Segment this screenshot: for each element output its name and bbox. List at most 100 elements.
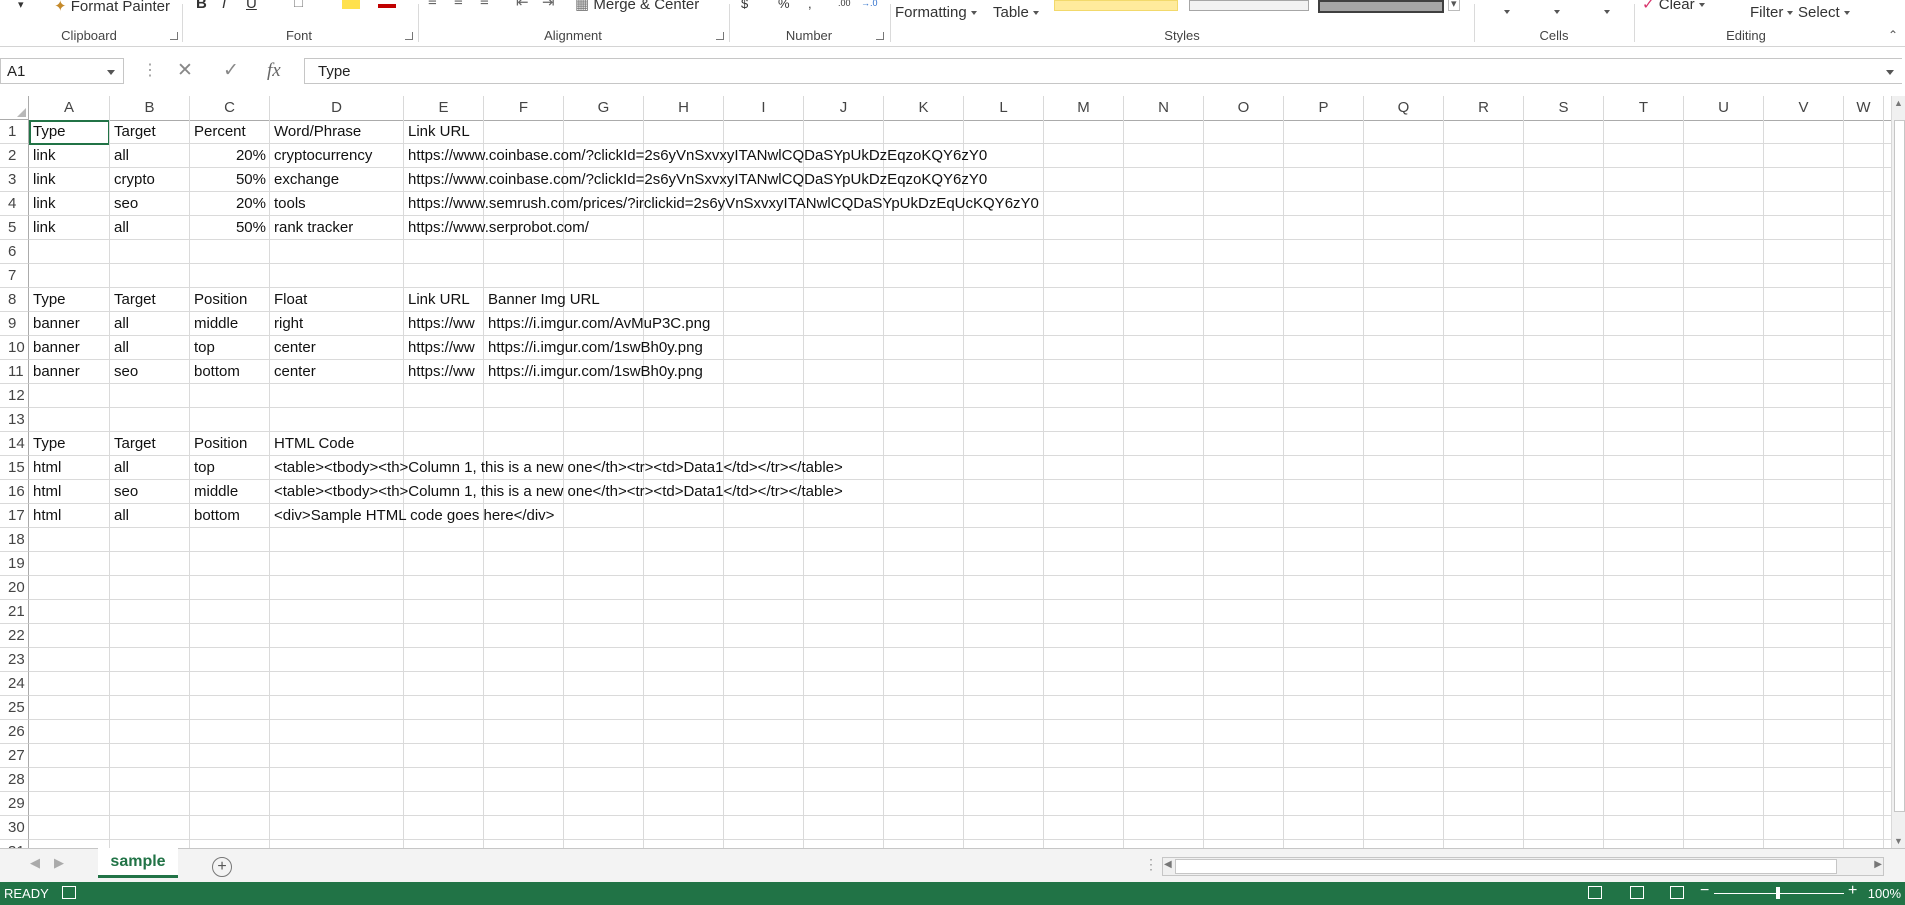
vertical-scroll-thumb[interactable] <box>1894 120 1905 812</box>
row-header-25[interactable]: 25 <box>0 696 29 720</box>
cell-style-neutral[interactable] <box>1054 0 1178 11</box>
column-header-k[interactable]: K <box>884 96 964 120</box>
cell-e10[interactable]: https://ww <box>404 336 484 360</box>
scroll-right-icon[interactable]: ▶ <box>1874 859 1882 870</box>
row-header-6[interactable]: 6 <box>0 240 29 264</box>
column-header-h[interactable]: H <box>644 96 724 120</box>
fill-color-icon[interactable] <box>342 0 360 9</box>
cell-a17[interactable]: html <box>29 504 110 528</box>
normal-view-icon[interactable] <box>1588 886 1602 899</box>
row-header-12[interactable]: 12 <box>0 384 29 408</box>
column-header-o[interactable]: O <box>1204 96 1284 120</box>
cell-a5[interactable]: link <box>29 216 110 240</box>
format-painter-button[interactable]: ✦ Format Painter <box>54 0 170 15</box>
comma-button[interactable]: , <box>808 0 812 11</box>
format-as-table-button[interactable]: Table <box>993 4 1039 21</box>
cell-f8[interactable]: Banner Img URL <box>484 288 604 312</box>
cell-a11[interactable]: banner <box>29 360 110 384</box>
cell-c1[interactable]: Percent <box>190 120 270 144</box>
column-header-r[interactable]: R <box>1444 96 1524 120</box>
cell-c9[interactable]: middle <box>190 312 270 336</box>
horizontal-scrollbar[interactable]: ◀ ▶ <box>1162 857 1884 876</box>
cell-f9[interactable]: https://i.imgur.com/AvMuP3C.png <box>484 312 714 336</box>
format-dropdown[interactable] <box>1600 3 1610 20</box>
collapse-ribbon-icon[interactable]: ⌃ <box>1888 28 1898 42</box>
cell-c17[interactable]: bottom <box>190 504 270 528</box>
column-header-d[interactable]: D <box>270 96 404 120</box>
column-header-j[interactable]: J <box>804 96 884 120</box>
zoom-level[interactable]: 100% <box>1868 886 1901 901</box>
cell-b1[interactable]: Target <box>110 120 190 144</box>
row-header-17[interactable]: 17 <box>0 504 29 528</box>
cell-b15[interactable]: all <box>110 456 190 480</box>
chevron-down-icon[interactable] <box>107 70 115 75</box>
zoom-out-icon[interactable]: − <box>1700 882 1709 900</box>
select-all-button[interactable] <box>0 96 29 120</box>
cell-a14[interactable]: Type <box>29 432 110 456</box>
scroll-down-icon[interactable]: ▼ <box>1894 836 1903 846</box>
row-header-14[interactable]: 14 <box>0 432 29 456</box>
cell-d16[interactable]: <table><tbody><th>Column 1, this is a ne… <box>270 480 847 504</box>
cell-f11[interactable]: https://i.imgur.com/1swBh0y.png <box>484 360 707 384</box>
cell-a2[interactable]: link <box>29 144 110 168</box>
borders-icon[interactable]: □ <box>294 0 303 11</box>
column-header-m[interactable]: M <box>1044 96 1124 120</box>
column-header-i[interactable]: I <box>724 96 804 120</box>
cell-d11[interactable]: center <box>270 360 404 384</box>
column-header-g[interactable]: G <box>564 96 644 120</box>
page-break-view-icon[interactable] <box>1670 886 1684 899</box>
row-header-15[interactable]: 15 <box>0 456 29 480</box>
cell-d8[interactable]: Float <box>270 288 404 312</box>
merge-center-button[interactable]: ▦ Merge & Center <box>575 0 699 13</box>
row-header-21[interactable]: 21 <box>0 600 29 624</box>
zoom-in-icon[interactable]: + <box>1848 882 1857 900</box>
tab-split-handle-icon[interactable]: ⋮ <box>1144 856 1158 873</box>
cell-c4[interactable]: 20% <box>190 192 270 216</box>
cell-c14[interactable]: Position <box>190 432 270 456</box>
cell-d15[interactable]: <table><tbody><th>Column 1, this is a ne… <box>270 456 847 480</box>
cell-b16[interactable]: seo <box>110 480 190 504</box>
cell-d10[interactable]: center <box>270 336 404 360</box>
cell-d9[interactable]: right <box>270 312 404 336</box>
styles-more-icon[interactable]: ▾ <box>1448 0 1460 11</box>
increase-indent-icon[interactable]: ⇥ <box>542 0 555 11</box>
cell-f10[interactable]: https://i.imgur.com/1swBh0y.png <box>484 336 707 360</box>
row-header-1[interactable]: 1 <box>0 120 29 144</box>
cell-c8[interactable]: Position <box>190 288 270 312</box>
cell-b5[interactable]: all <box>110 216 190 240</box>
column-header-u[interactable]: U <box>1684 96 1764 120</box>
column-header-l[interactable]: L <box>964 96 1044 120</box>
row-header-23[interactable]: 23 <box>0 648 29 672</box>
cell-b10[interactable]: all <box>110 336 190 360</box>
next-sheet-icon[interactable]: ▶ <box>54 855 64 871</box>
align-center-icon[interactable]: ≡ <box>454 0 463 10</box>
cell-b3[interactable]: crypto <box>110 168 190 192</box>
zoom-slider-knob[interactable] <box>1776 887 1780 899</box>
expand-formula-bar-icon[interactable] <box>1886 70 1894 75</box>
add-sheet-icon[interactable]: + <box>212 857 232 877</box>
cell-a15[interactable]: html <box>29 456 110 480</box>
row-header-19[interactable]: 19 <box>0 552 29 576</box>
cell-b2[interactable]: all <box>110 144 190 168</box>
column-header-w[interactable]: W <box>1844 96 1884 120</box>
insert-dropdown[interactable] <box>1500 3 1510 20</box>
row-header-22[interactable]: 22 <box>0 624 29 648</box>
cell-e5[interactable]: https://www.serprobot.com/ <box>404 216 593 240</box>
cell-d2[interactable]: cryptocurrency <box>270 144 404 168</box>
row-header-10[interactable]: 10 <box>0 336 29 360</box>
font-color-icon[interactable] <box>378 4 396 8</box>
cell-d5[interactable]: rank tracker <box>270 216 404 240</box>
italic-button[interactable]: I <box>222 0 226 12</box>
column-header-p[interactable]: P <box>1284 96 1364 120</box>
cell-d14[interactable]: HTML Code <box>270 432 358 456</box>
cell-a10[interactable]: banner <box>29 336 110 360</box>
increase-decimal-button[interactable]: .00 <box>838 0 851 8</box>
cell-d4[interactable]: tools <box>270 192 404 216</box>
align-left-icon[interactable]: ≡ <box>428 0 437 10</box>
cell-style-check[interactable] <box>1318 0 1444 13</box>
column-header-n[interactable]: N <box>1124 96 1204 120</box>
cell-e2[interactable]: https://www.coinbase.com/?clickId=2s6yVn… <box>404 144 991 168</box>
cell-b11[interactable]: seo <box>110 360 190 384</box>
decrease-indent-icon[interactable]: ⇤ <box>516 0 529 11</box>
cell-d17[interactable]: <div>Sample HTML code goes here</div> <box>270 504 558 528</box>
